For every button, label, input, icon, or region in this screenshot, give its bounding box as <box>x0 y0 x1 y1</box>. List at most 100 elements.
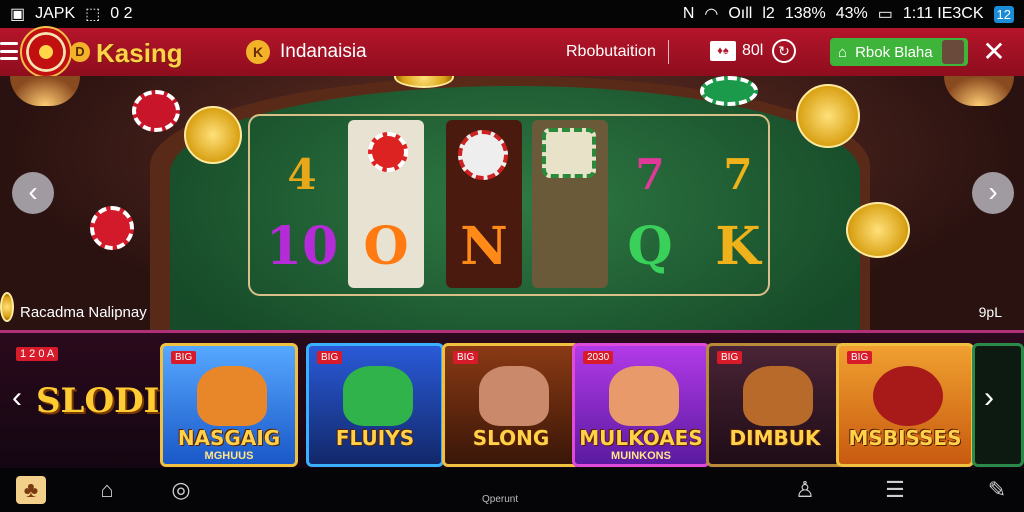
reel-3-dice-icon <box>458 130 508 180</box>
game-card-tag: BIG <box>317 351 343 364</box>
casino-chip-icon <box>90 206 134 250</box>
region-icon[interactable]: K <box>246 40 270 64</box>
game-card-partial[interactable] <box>972 343 1024 467</box>
singer-icon <box>609 366 679 426</box>
nav-center-label[interactable]: Qperunt <box>482 494 518 505</box>
promotion-link[interactable]: Rbobutaition <box>566 43 656 61</box>
refresh-icon[interactable]: ↻ <box>772 39 796 63</box>
magician-icon <box>743 366 813 426</box>
gold-coin-icon <box>0 292 14 322</box>
game-card-tag: 2030 <box>583 351 614 364</box>
fox-icon <box>197 366 267 426</box>
reel-4: Q <box>532 120 673 288</box>
reel-5-top-symbol: 7 <box>635 150 665 199</box>
user-account-button[interactable]: ⌂ Rbok Blaha <box>830 38 968 66</box>
game-card-title: DIMBUK <box>729 426 821 450</box>
game-card-title: NASGAIG <box>177 426 281 450</box>
gold-coin-icon <box>846 202 910 258</box>
carousel-next-button[interactable]: › <box>984 381 994 415</box>
region-label[interactable]: Indanaisia <box>280 41 367 63</box>
lamp-right-icon <box>944 76 1014 106</box>
status-item-4: 138% <box>784 5 826 22</box>
reel-6-top-symbol: 7 <box>723 150 753 199</box>
game-carousel: 1 2 0 A ‹ SLODIS BIG NASGAIG MGHUUS BIG … <box>0 330 1024 468</box>
hero-tag: 9pL <box>978 304 1002 320</box>
casino-chip-icon <box>132 90 180 132</box>
reel-5: 7 <box>612 120 688 288</box>
wolf-icon <box>343 366 413 426</box>
promo-icon[interactable]: ◎ <box>166 476 196 504</box>
square-icon: ⬚ <box>85 6 101 23</box>
status-count-text: 0 2 <box>110 5 133 22</box>
status-time: 1:11 IE3CK <box>902 5 984 22</box>
game-card[interactable]: BIG MSBISSES <box>836 343 974 467</box>
reel-2-chip-icon <box>368 132 408 172</box>
reel-2: O <box>348 120 424 288</box>
menu-icon[interactable] <box>0 42 18 60</box>
reel-1: 4 10 <box>264 120 340 288</box>
game-card[interactable]: BIG SLONG <box>442 343 580 467</box>
status-app-text: JAPK <box>35 5 76 22</box>
battery-icon: ▭ <box>877 6 893 23</box>
reel-1-bottom-symbol: 10 <box>265 216 339 277</box>
home-icon[interactable]: ⌂ <box>92 476 122 504</box>
game-card-title: SLONG <box>472 426 550 450</box>
app-header: D Kasing K Indanaisia Rbobutaition ♦♠ 80… <box>0 26 1024 78</box>
game-card-title: MSBISSES <box>848 426 962 450</box>
profile-icon[interactable]: ♙ <box>790 476 820 504</box>
edit-icon[interactable]: ✎ <box>982 476 1012 504</box>
game-card-tag: BIG <box>171 351 197 364</box>
wallet-icon[interactable]: ♦♠ <box>710 41 736 61</box>
status-item-3: l2 <box>762 5 775 22</box>
status-bar: ▣ JAPK ⬚ 0 2 N ◠ Oıll l2 138% 43% ▭ 1:11… <box>0 0 1024 28</box>
game-card[interactable]: BIG FLUIYS <box>306 343 444 467</box>
status-left: ▣ JAPK ⬚ 0 2 <box>10 4 133 24</box>
reel-2-bottom-symbol: O <box>363 216 409 277</box>
reel-1-top-symbol: 4 <box>287 150 317 199</box>
game-card-subtitle: MUINKONS <box>611 450 671 462</box>
game-card[interactable]: BIG NASGAIG MGHUUS <box>160 343 298 467</box>
status-right: N ◠ Oıll l2 138% 43% ▭ 1:11 IE3CK 12 <box>683 4 1014 24</box>
carousel-prev-button[interactable]: ‹ <box>12 381 22 415</box>
reel-4-cash-icon <box>542 128 596 178</box>
header-divider <box>668 40 669 64</box>
game-card-tag: BIG <box>717 351 743 364</box>
hero-banner[interactable]: 4 10 O N Q 7 7 K ‹ › Racadma Nalipnay 9p… <box>0 76 1024 330</box>
hero-next-button[interactable]: › <box>972 172 1014 214</box>
user-button-label: Rbok Blaha <box>855 43 933 61</box>
status-item-2: Oıll <box>728 5 753 22</box>
user-icon: ⌂ <box>838 43 848 61</box>
game-card-subtitle: MGHUUS <box>204 450 254 462</box>
status-item-0: N <box>682 5 695 22</box>
brand-badge-icon: D <box>70 42 90 62</box>
app-logo-icon[interactable]: ♣ <box>16 476 46 504</box>
brand-name[interactable]: Kasing <box>96 38 183 69</box>
slot-machine-icon <box>873 366 943 426</box>
hero-caption: Racadma Nalipnay <box>20 304 147 321</box>
menu-list-icon[interactable]: ☰ <box>880 476 910 504</box>
roulette-logo-icon[interactable] <box>20 26 72 78</box>
image-icon: ▣ <box>10 6 26 23</box>
reel-6: 7 K <box>700 120 776 288</box>
lamp-left-icon <box>10 76 80 106</box>
close-icon[interactable]: ✕ <box>980 36 1008 68</box>
reel-6-bottom-symbol: K <box>715 216 761 277</box>
gold-coin-icon <box>184 106 242 164</box>
status-item-5: 43% <box>835 5 868 22</box>
man-portrait-icon <box>479 366 549 426</box>
section-badge: 1 2 0 A <box>16 347 59 361</box>
reel-3-bottom-symbol: N <box>460 216 508 277</box>
status-badge: 12 <box>993 5 1014 23</box>
game-card-tag: BIG <box>453 351 479 364</box>
game-card[interactable]: 2030 MULKOAES MUINKONS <box>572 343 710 467</box>
game-card-title: FLUIYS <box>335 426 415 450</box>
reel-3: N <box>446 120 522 288</box>
balance-value: 80l <box>742 42 764 59</box>
roulette-wheel-icon <box>796 84 860 148</box>
hero-prev-button[interactable]: ‹ <box>12 172 54 214</box>
game-card[interactable]: BIG DIMBUK <box>706 343 844 467</box>
bottom-nav: ♣ ⌂ ◎ Qperunt ♙ ☰ ✎ <box>0 468 1024 512</box>
avatar <box>942 40 964 64</box>
casino-chip-icon <box>700 76 758 106</box>
game-card-tag: BIG <box>847 351 873 364</box>
